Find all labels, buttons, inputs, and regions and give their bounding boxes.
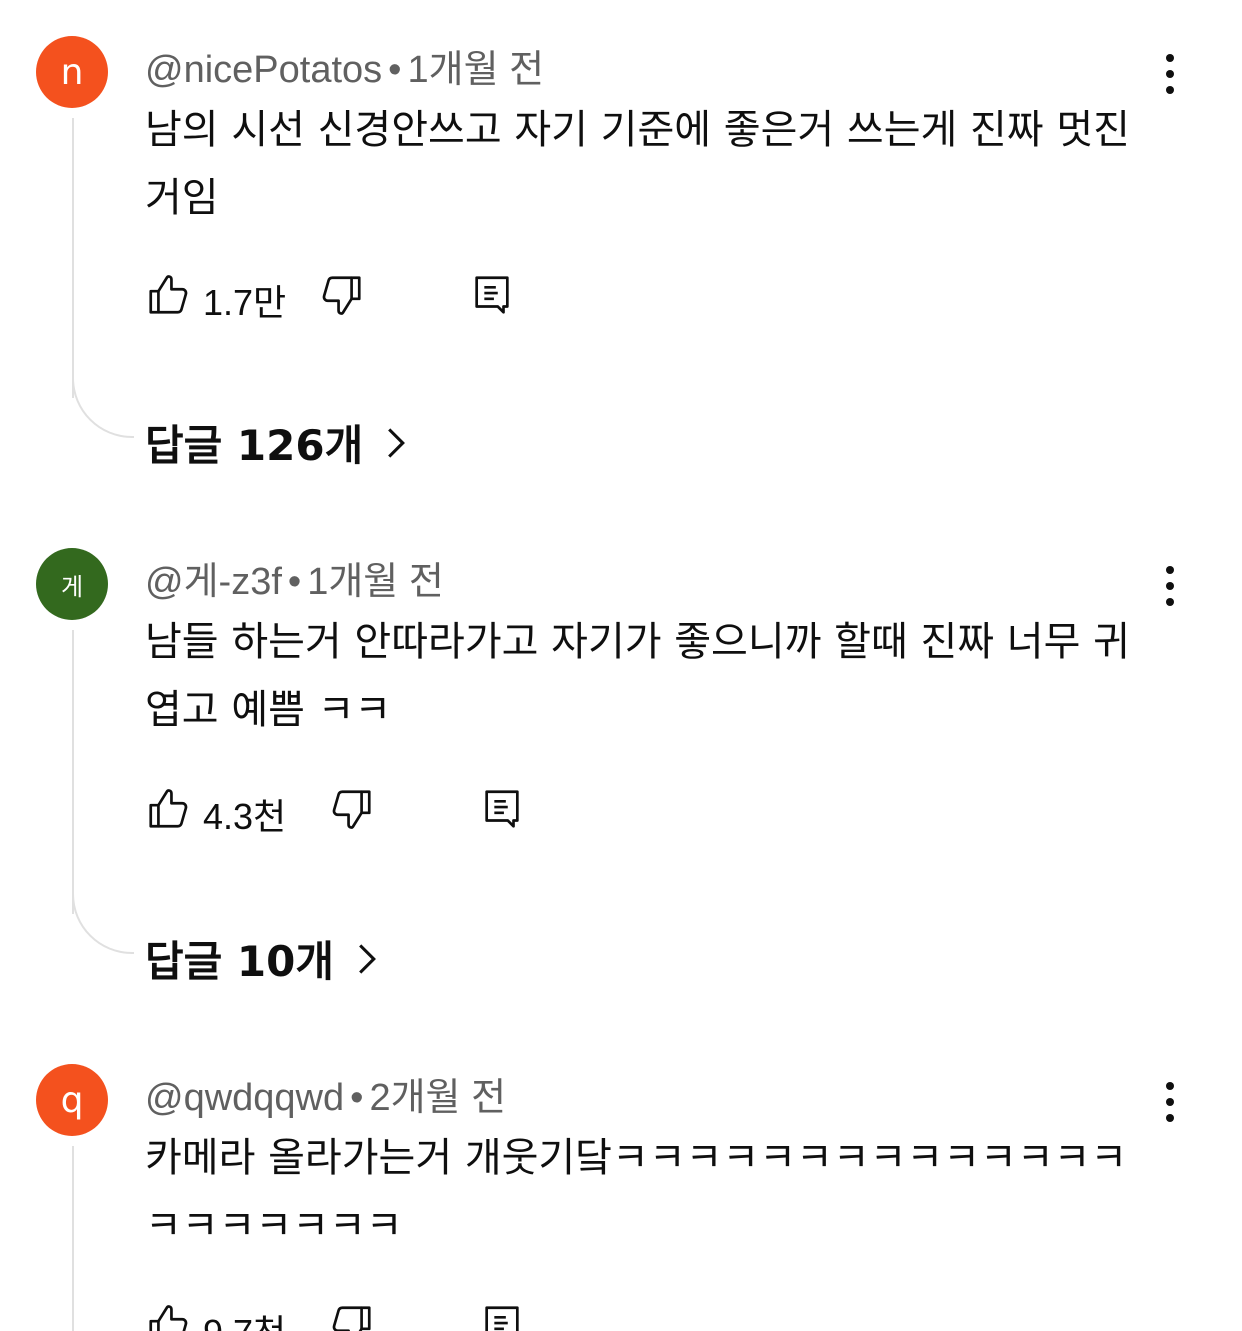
comment-feed: n @nicePotatos • 1개월 전 남의 시선 신경안쓰고 자기 기준에 … (0, 0, 1242, 1331)
meta-separator: • (350, 1077, 364, 1119)
thumbs-up-icon[interactable] (145, 1302, 191, 1331)
comment-reply-icon[interactable] (469, 272, 515, 318)
more-dot (1166, 598, 1174, 606)
thread-connector (72, 378, 134, 438)
more-vertical-icon (1166, 54, 1174, 62)
comment-meta: @게-z3f • 1개월 전 (145, 550, 444, 605)
comment-meta: @nicePotatos • 1개월 전 (145, 38, 544, 93)
author-handle[interactable]: @nicePotatos (145, 49, 382, 91)
more-vertical-icon (1166, 566, 1174, 574)
like-count: 9.7천 (203, 1304, 286, 1331)
avatar[interactable]: q (36, 1064, 108, 1136)
more-options-button[interactable] (1158, 566, 1182, 606)
thumbs-down-icon[interactable] (329, 786, 375, 832)
comment-time: 1개월 전 (307, 561, 444, 603)
view-replies-button[interactable]: 답글 126개 (145, 412, 407, 473)
comment-time: 1개월 전 (407, 49, 545, 91)
comment-reply-icon[interactable] (479, 1302, 525, 1331)
comment-text: 남들 하는거 안따라가고 자기가 좋으니까 할때 진짜 너무 귀엽고 예쁨 ㅋㅋ (145, 619, 1130, 733)
thumbs-up-icon[interactable] (145, 272, 191, 318)
more-options-button[interactable] (1158, 1082, 1182, 1122)
thread-line (72, 118, 74, 398)
author-handle[interactable]: @게-z3f (145, 561, 282, 603)
comment-meta: @qwdqqwd • 2개월 전 (145, 1066, 506, 1121)
comment-actions: 1.7만 (145, 272, 745, 323)
comment-actions: 4.3천 (145, 786, 745, 837)
more-dot (1166, 1114, 1174, 1122)
avatar[interactable]: n (36, 36, 108, 108)
thread-connector (72, 894, 134, 954)
thumbs-down-icon[interactable] (319, 272, 365, 318)
chevron-right-icon (388, 427, 406, 458)
comment-time: 2개월 전 (369, 1077, 507, 1119)
comment-actions: 9.7천 (145, 1302, 745, 1331)
meta-separator: • (287, 561, 302, 603)
more-dot (1166, 1098, 1174, 1106)
thread-line (72, 630, 74, 914)
view-replies-button[interactable]: 답글 10개 (145, 928, 378, 989)
like-count: 1.7만 (203, 282, 287, 323)
comment-text: 카메라 올라가는거 개웃기닼ㅋㅋㅋㅋㅋㅋㅋㅋㅋㅋㅋㅋㅋㅋㅋㅋㅋㅋㅋㅋㅋ (145, 1135, 1128, 1249)
avatar-letter: 게 (60, 572, 84, 601)
meta-separator: • (388, 49, 402, 91)
replies-label: 답글 126개 (145, 421, 364, 470)
more-dot (1166, 86, 1174, 94)
more-dot (1166, 582, 1174, 590)
avatar-letter: q (60, 1079, 84, 1121)
more-dot (1166, 70, 1174, 78)
avatar-letter: n (60, 51, 84, 93)
more-vertical-icon (1166, 1082, 1174, 1090)
avatar[interactable]: 게 (36, 548, 108, 620)
comment-text: 남의 시선 신경안쓰고 자기 기준에 좋은거 쓰는게 진짜 멋진거임 (145, 107, 1130, 221)
replies-label: 답글 10개 (145, 937, 334, 986)
more-options-button[interactable] (1158, 54, 1182, 94)
thread-line (72, 1146, 74, 1331)
chevron-right-icon (359, 943, 376, 974)
comment-reply-icon[interactable] (479, 786, 525, 832)
like-count: 4.3천 (203, 796, 287, 837)
thumbs-up-icon[interactable] (145, 786, 191, 832)
thumbs-down-icon[interactable] (329, 1302, 375, 1331)
author-handle[interactable]: @qwdqqwd (145, 1077, 344, 1119)
